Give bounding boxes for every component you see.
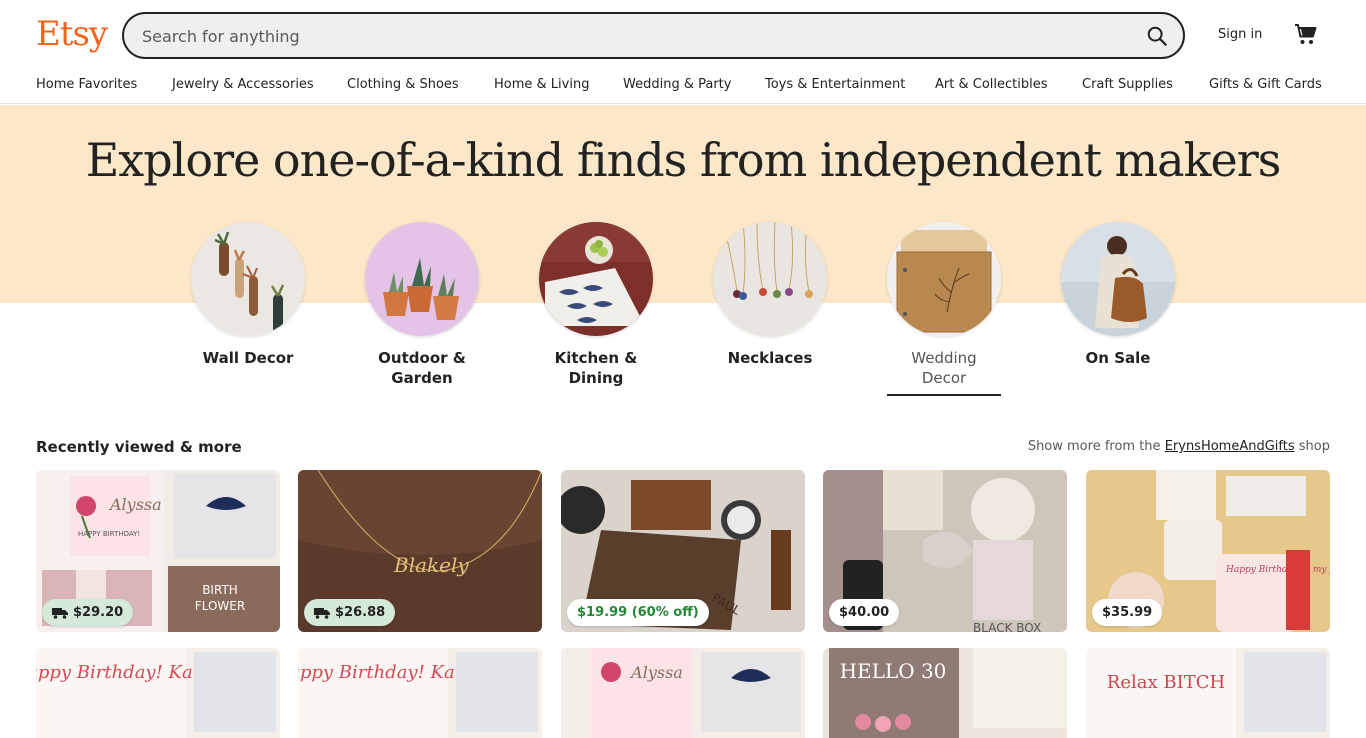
price-badge: $19.99 (60% off) [567, 599, 709, 626]
product-art-text: Alyssa [108, 495, 162, 514]
cart-button[interactable] [1292, 22, 1320, 48]
outdoor-garden-image [365, 222, 479, 336]
product-image: Happy Birthday! Kate [36, 648, 280, 738]
product-card[interactable]: BLACK BOX $40.00 [823, 470, 1067, 632]
nav-home-favorites[interactable]: Home Favorites [36, 77, 137, 92]
category-label: On Sale [1085, 349, 1151, 367]
wedding-decor-image [887, 222, 1001, 336]
price-badge: $29.20 [42, 599, 134, 626]
product-card[interactable]: Blakely $26.88 [298, 470, 542, 632]
product-art-text: BIRTH [202, 583, 238, 597]
search-bar[interactable] [122, 12, 1185, 59]
section-title: Recently viewed & more [36, 438, 242, 456]
nav-art-collectibles[interactable]: Art & Collectibles [935, 77, 1047, 92]
product-card[interactable]: HELLO 30 [823, 648, 1067, 738]
product-art-text: Happy Birthday to my forever [1225, 565, 1330, 575]
etsy-logo[interactable]: Etsy [36, 14, 108, 54]
category-label: Necklaces [727, 349, 813, 367]
price-badge: $40.00 [829, 599, 900, 626]
cart-icon [1295, 24, 1317, 44]
category-nav: Home Favorites Jewelry & Accessories Clo… [0, 74, 1366, 96]
product-card[interactable]: Alyssa HAPPY BIRTHDAY! BIRTH FLOWER $29.… [36, 470, 280, 632]
category-wall-decor[interactable]: Wall Decor [191, 222, 305, 368]
product-art-text: Relax BITCH [1107, 672, 1225, 693]
price-text: $26.88 [335, 605, 386, 620]
site-header: Etsy Sign in Home Favorites Jewelry & Ac… [0, 0, 1366, 104]
product-art-text: HAPPY BIRTHDAY! [78, 530, 140, 538]
product-art-text: HELLO 30 [840, 659, 947, 683]
product-image: HELLO 30 [823, 648, 1067, 738]
kitchen-dining-image [539, 222, 653, 336]
product-art-text: Happy Birthday! Kate [36, 662, 211, 683]
nav-toys-entertainment[interactable]: Toys & Entertainment [765, 77, 905, 92]
free-shipping-truck-icon [314, 607, 330, 619]
product-image: Relax BITCH [1086, 648, 1330, 738]
category-label: Outdoor & Garden [378, 349, 466, 387]
search-input[interactable] [142, 24, 1102, 48]
category-necklaces[interactable]: Necklaces [713, 222, 827, 368]
price-badge: $26.88 [304, 599, 396, 626]
hero-title: Explore one-of-a-kind finds from indepen… [85, 133, 1282, 187]
price-text: $35.99 [1102, 605, 1153, 620]
price-text: $40.00 [839, 605, 890, 620]
nav-home-living[interactable]: Home & Living [494, 77, 589, 92]
search-button[interactable] [1139, 18, 1175, 54]
category-on-sale[interactable]: On Sale [1061, 222, 1175, 368]
price-badge: $35.99 [1092, 599, 1163, 626]
product-card[interactable]: Relax BITCH [1086, 648, 1330, 738]
category-label: Kitchen & Dining [554, 349, 638, 387]
category-label: Wall Decor [202, 349, 294, 367]
nav-craft-supplies[interactable]: Craft Supplies [1082, 77, 1173, 92]
product-image: Happy Birthday! Kate [298, 648, 542, 738]
product-art-text: Happy Birthday! Kate [298, 662, 473, 683]
nav-clothing-shoes[interactable]: Clothing & Shoes [347, 77, 459, 92]
product-art-text: FLOWER [195, 599, 245, 613]
product-art-text: Alyssa [629, 663, 683, 682]
product-card[interactable]: PAUL $19.99 (60% off) [561, 470, 805, 632]
nav-jewelry-accessories[interactable]: Jewelry & Accessories [172, 77, 314, 92]
product-art-text: Blakely [393, 553, 469, 577]
product-image: Alyssa [561, 648, 805, 738]
product-card[interactable]: Alyssa [561, 648, 805, 738]
active-category-underline [887, 394, 1001, 396]
product-card[interactable]: Happy Birthday! Kate [298, 648, 542, 738]
product-card[interactable]: Happy Birthday to my forever $35.99 [1086, 470, 1330, 632]
category-label: Wedding Decor [911, 349, 977, 387]
nav-wedding-party[interactable]: Wedding & Party [623, 77, 731, 92]
category-wedding-decor[interactable]: Wedding Decor [887, 222, 1001, 396]
wall-decor-image [191, 222, 305, 336]
shop-name-link[interactable]: ErynsHomeAndGifts [1165, 439, 1295, 454]
price-text: $19.99 (60% off) [577, 605, 699, 620]
necklaces-image [713, 222, 827, 336]
price-text: $29.20 [73, 605, 124, 620]
category-outdoor-garden[interactable]: Outdoor & Garden [365, 222, 479, 388]
search-icon [1147, 26, 1167, 46]
sign-in-link[interactable]: Sign in [1218, 27, 1262, 42]
nav-gifts-gift-cards[interactable]: Gifts & Gift Cards [1209, 77, 1322, 92]
shop-more-link-text: Show more from the ErynsHomeAndGifts sho… [1027, 439, 1330, 454]
product-card[interactable]: Happy Birthday! Kate [36, 648, 280, 738]
product-art-text: BLACK BOX [973, 621, 1041, 632]
on-sale-image [1061, 222, 1175, 336]
category-kitchen-dining[interactable]: Kitchen & Dining [539, 222, 653, 388]
free-shipping-truck-icon [52, 607, 68, 619]
